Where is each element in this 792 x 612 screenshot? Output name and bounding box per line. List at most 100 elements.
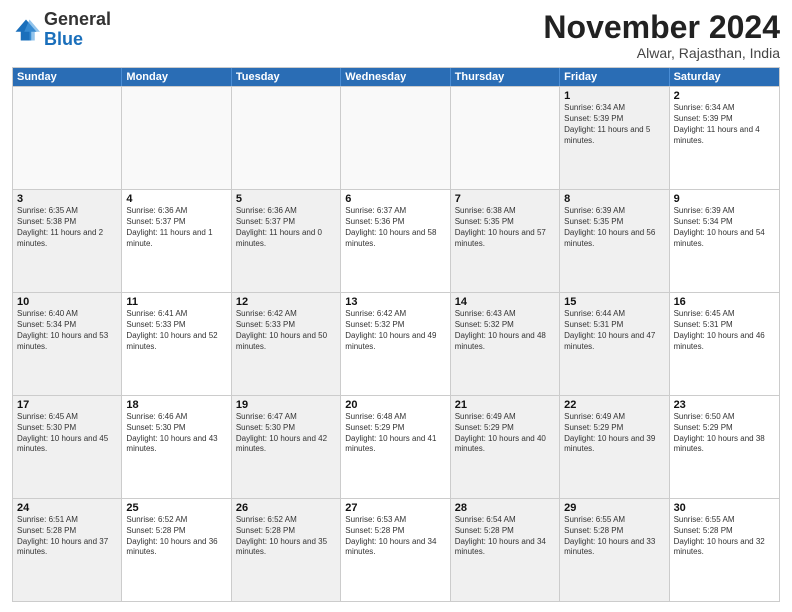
day-info: Sunrise: 6:37 AM Sunset: 5:36 PM Dayligh…: [345, 206, 445, 249]
day-info: Sunrise: 6:49 AM Sunset: 5:29 PM Dayligh…: [455, 412, 555, 455]
page: General Blue November 2024 Alwar, Rajast…: [0, 0, 792, 612]
day-info: Sunrise: 6:34 AM Sunset: 5:39 PM Dayligh…: [564, 103, 664, 146]
calendar-cell: 29Sunrise: 6:55 AM Sunset: 5:28 PM Dayli…: [560, 499, 669, 601]
calendar: SundayMondayTuesdayWednesdayThursdayFrid…: [12, 67, 780, 602]
logo-blue: Blue: [44, 30, 111, 50]
calendar-cell: 8Sunrise: 6:39 AM Sunset: 5:35 PM Daylig…: [560, 190, 669, 292]
day-number: 19: [236, 399, 336, 411]
day-info: Sunrise: 6:51 AM Sunset: 5:28 PM Dayligh…: [17, 515, 117, 558]
weekday-header: Monday: [122, 68, 231, 86]
day-info: Sunrise: 6:55 AM Sunset: 5:28 PM Dayligh…: [674, 515, 775, 558]
weekday-header: Saturday: [670, 68, 779, 86]
day-info: Sunrise: 6:55 AM Sunset: 5:28 PM Dayligh…: [564, 515, 664, 558]
day-number: 16: [674, 296, 775, 308]
weekday-header: Wednesday: [341, 68, 450, 86]
logo-icon: [12, 16, 40, 44]
title-block: November 2024 Alwar, Rajasthan, India: [543, 10, 780, 61]
day-number: 13: [345, 296, 445, 308]
day-info: Sunrise: 6:47 AM Sunset: 5:30 PM Dayligh…: [236, 412, 336, 455]
calendar-cell: 2Sunrise: 6:34 AM Sunset: 5:39 PM Daylig…: [670, 87, 779, 189]
day-number: 9: [674, 193, 775, 205]
calendar-cell: 30Sunrise: 6:55 AM Sunset: 5:28 PM Dayli…: [670, 499, 779, 601]
header: General Blue November 2024 Alwar, Rajast…: [12, 10, 780, 61]
calendar-cell: 7Sunrise: 6:38 AM Sunset: 5:35 PM Daylig…: [451, 190, 560, 292]
calendar-cell: 21Sunrise: 6:49 AM Sunset: 5:29 PM Dayli…: [451, 396, 560, 498]
calendar-cell: 5Sunrise: 6:36 AM Sunset: 5:37 PM Daylig…: [232, 190, 341, 292]
calendar-week-row: 17Sunrise: 6:45 AM Sunset: 5:30 PM Dayli…: [13, 395, 779, 498]
day-number: 10: [17, 296, 117, 308]
weekday-header: Sunday: [13, 68, 122, 86]
day-number: 20: [345, 399, 445, 411]
calendar-cell: 26Sunrise: 6:52 AM Sunset: 5:28 PM Dayli…: [232, 499, 341, 601]
calendar-cell: 22Sunrise: 6:49 AM Sunset: 5:29 PM Dayli…: [560, 396, 669, 498]
day-info: Sunrise: 6:39 AM Sunset: 5:34 PM Dayligh…: [674, 206, 775, 249]
day-info: Sunrise: 6:52 AM Sunset: 5:28 PM Dayligh…: [236, 515, 336, 558]
day-info: Sunrise: 6:35 AM Sunset: 5:38 PM Dayligh…: [17, 206, 117, 249]
day-info: Sunrise: 6:40 AM Sunset: 5:34 PM Dayligh…: [17, 309, 117, 352]
day-info: Sunrise: 6:49 AM Sunset: 5:29 PM Dayligh…: [564, 412, 664, 455]
calendar-cell: 10Sunrise: 6:40 AM Sunset: 5:34 PM Dayli…: [13, 293, 122, 395]
calendar-cell: [451, 87, 560, 189]
day-info: Sunrise: 6:44 AM Sunset: 5:31 PM Dayligh…: [564, 309, 664, 352]
day-info: Sunrise: 6:42 AM Sunset: 5:32 PM Dayligh…: [345, 309, 445, 352]
calendar-cell: 3Sunrise: 6:35 AM Sunset: 5:38 PM Daylig…: [13, 190, 122, 292]
month-title: November 2024: [543, 10, 780, 45]
calendar-cell: 20Sunrise: 6:48 AM Sunset: 5:29 PM Dayli…: [341, 396, 450, 498]
calendar-body: 1Sunrise: 6:34 AM Sunset: 5:39 PM Daylig…: [13, 86, 779, 601]
day-info: Sunrise: 6:45 AM Sunset: 5:31 PM Dayligh…: [674, 309, 775, 352]
logo-general: General: [44, 10, 111, 30]
calendar-cell: 23Sunrise: 6:50 AM Sunset: 5:29 PM Dayli…: [670, 396, 779, 498]
day-number: 23: [674, 399, 775, 411]
day-number: 11: [126, 296, 226, 308]
day-number: 18: [126, 399, 226, 411]
day-info: Sunrise: 6:52 AM Sunset: 5:28 PM Dayligh…: [126, 515, 226, 558]
calendar-cell: 16Sunrise: 6:45 AM Sunset: 5:31 PM Dayli…: [670, 293, 779, 395]
calendar-cell: 18Sunrise: 6:46 AM Sunset: 5:30 PM Dayli…: [122, 396, 231, 498]
calendar-cell: [341, 87, 450, 189]
calendar-cell: 12Sunrise: 6:42 AM Sunset: 5:33 PM Dayli…: [232, 293, 341, 395]
weekday-header: Tuesday: [232, 68, 341, 86]
location-title: Alwar, Rajasthan, India: [543, 45, 780, 61]
day-info: Sunrise: 6:50 AM Sunset: 5:29 PM Dayligh…: [674, 412, 775, 455]
day-number: 1: [564, 90, 664, 102]
day-number: 8: [564, 193, 664, 205]
calendar-cell: 25Sunrise: 6:52 AM Sunset: 5:28 PM Dayli…: [122, 499, 231, 601]
day-number: 26: [236, 502, 336, 514]
day-info: Sunrise: 6:38 AM Sunset: 5:35 PM Dayligh…: [455, 206, 555, 249]
day-info: Sunrise: 6:54 AM Sunset: 5:28 PM Dayligh…: [455, 515, 555, 558]
day-number: 14: [455, 296, 555, 308]
day-number: 3: [17, 193, 117, 205]
day-info: Sunrise: 6:39 AM Sunset: 5:35 PM Dayligh…: [564, 206, 664, 249]
day-number: 28: [455, 502, 555, 514]
day-number: 12: [236, 296, 336, 308]
day-info: Sunrise: 6:36 AM Sunset: 5:37 PM Dayligh…: [236, 206, 336, 249]
calendar-cell: [122, 87, 231, 189]
day-info: Sunrise: 6:36 AM Sunset: 5:37 PM Dayligh…: [126, 206, 226, 249]
calendar-cell: 27Sunrise: 6:53 AM Sunset: 5:28 PM Dayli…: [341, 499, 450, 601]
day-number: 27: [345, 502, 445, 514]
calendar-cell: [232, 87, 341, 189]
day-number: 30: [674, 502, 775, 514]
calendar-cell: 19Sunrise: 6:47 AM Sunset: 5:30 PM Dayli…: [232, 396, 341, 498]
day-number: 22: [564, 399, 664, 411]
calendar-cell: 28Sunrise: 6:54 AM Sunset: 5:28 PM Dayli…: [451, 499, 560, 601]
day-info: Sunrise: 6:45 AM Sunset: 5:30 PM Dayligh…: [17, 412, 117, 455]
day-number: 7: [455, 193, 555, 205]
weekday-header: Friday: [560, 68, 669, 86]
day-number: 5: [236, 193, 336, 205]
day-number: 4: [126, 193, 226, 205]
calendar-cell: 11Sunrise: 6:41 AM Sunset: 5:33 PM Dayli…: [122, 293, 231, 395]
calendar-cell: 13Sunrise: 6:42 AM Sunset: 5:32 PM Dayli…: [341, 293, 450, 395]
calendar-week-row: 24Sunrise: 6:51 AM Sunset: 5:28 PM Dayli…: [13, 498, 779, 601]
weekday-header: Thursday: [451, 68, 560, 86]
calendar-header: SundayMondayTuesdayWednesdayThursdayFrid…: [13, 68, 779, 86]
day-number: 24: [17, 502, 117, 514]
day-info: Sunrise: 6:48 AM Sunset: 5:29 PM Dayligh…: [345, 412, 445, 455]
day-number: 6: [345, 193, 445, 205]
day-number: 21: [455, 399, 555, 411]
day-number: 17: [17, 399, 117, 411]
day-number: 2: [674, 90, 775, 102]
calendar-cell: 6Sunrise: 6:37 AM Sunset: 5:36 PM Daylig…: [341, 190, 450, 292]
day-info: Sunrise: 6:43 AM Sunset: 5:32 PM Dayligh…: [455, 309, 555, 352]
calendar-week-row: 3Sunrise: 6:35 AM Sunset: 5:38 PM Daylig…: [13, 189, 779, 292]
